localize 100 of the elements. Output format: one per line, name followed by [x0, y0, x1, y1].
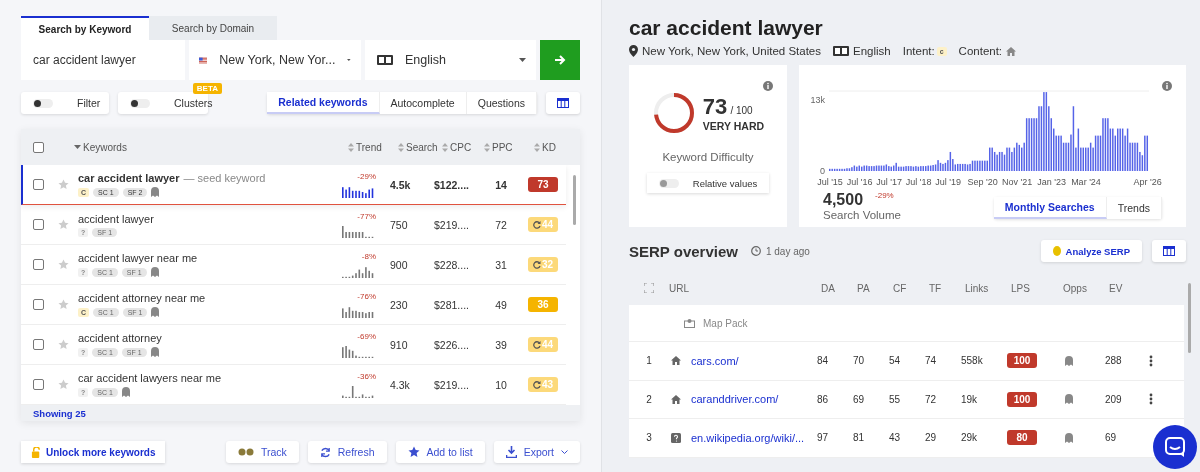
refresh-icon — [319, 446, 331, 458]
analyze-button[interactable]: Analyze SERP — [1040, 240, 1142, 262]
checkbox[interactable] — [33, 179, 44, 190]
chart-view-tab[interactable]: Monthly Searches — [993, 197, 1107, 219]
keyword-input[interactable]: car accident lawyer — [21, 40, 185, 80]
keyword-text[interactable]: car accident lawyer — [78, 172, 180, 184]
ghost-icon — [1065, 355, 1073, 366]
rank-number: 1 — [645, 355, 653, 367]
chat-button[interactable] — [1153, 425, 1197, 469]
chat-icon — [1165, 437, 1185, 457]
axis-label: Jul '18 — [905, 177, 932, 187]
keyword-title: car accident lawyer — [629, 16, 824, 40]
checkbox[interactable] — [33, 299, 44, 310]
star-icon[interactable] — [58, 179, 69, 190]
checkbox[interactable] — [33, 259, 44, 270]
column-header[interactable]: TF — [929, 282, 965, 294]
toggle-button[interactable]: Filter — [21, 92, 109, 114]
info-icon[interactable] — [1162, 81, 1172, 91]
star-icon[interactable] — [58, 259, 69, 270]
column-header[interactable]: URL — [665, 282, 821, 294]
axis-label: Jul '17 — [876, 177, 902, 187]
map-pack-label: Map Pack — [703, 317, 748, 329]
chart-view-tab[interactable]: Trends — [1106, 197, 1162, 219]
keyword-text[interactable]: accident lawyer — [78, 212, 154, 225]
mode-tab[interactable]: Autocomplete — [379, 92, 467, 114]
column-header[interactable]: Links — [965, 282, 1011, 294]
axis-label: Jul '19 — [935, 177, 961, 187]
table-cell-text: 69 — [853, 393, 866, 405]
column-header[interactable]: PA — [857, 282, 893, 294]
star-icon[interactable] — [58, 219, 69, 230]
home-icon — [671, 394, 681, 404]
difficulty-badge: 44 — [528, 337, 558, 352]
search-tab[interactable]: Search by Domain — [149, 16, 277, 40]
search-tab[interactable]: Search by Keyword — [21, 16, 149, 40]
checkbox[interactable] — [33, 379, 44, 390]
column-header[interactable]: CF — [893, 282, 929, 294]
checkbox[interactable] — [33, 219, 44, 230]
more-icon[interactable] — [1149, 393, 1153, 406]
action-button[interactable]: Refresh — [307, 441, 387, 463]
action-button[interactable]: Add to list — [395, 441, 485, 463]
more-icon[interactable] — [1149, 354, 1153, 367]
translate-icon — [377, 55, 393, 65]
location-select[interactable]: New York, New Yor... — [189, 40, 361, 80]
toggle-switch[interactable] — [130, 98, 150, 108]
lps-badge: 80 — [1007, 430, 1037, 446]
result-url[interactable]: cars.com/ — [691, 354, 739, 367]
volume-change: -29% — [875, 191, 894, 200]
results-count: Showing 25 — [33, 407, 86, 419]
difficulty-rating: VERY HARD — [702, 120, 765, 132]
columns-button[interactable] — [1152, 240, 1186, 262]
column-header[interactable]: CPC — [450, 141, 472, 153]
keyword-text[interactable]: car accident lawyers near me — [78, 372, 222, 384]
mode-tab[interactable]: Questions — [466, 92, 537, 114]
column-header[interactable]: DA — [821, 282, 857, 294]
checkbox[interactable] — [33, 141, 44, 153]
toggle-switch[interactable] — [33, 98, 53, 108]
column-header[interactable]: Opps — [1063, 282, 1109, 294]
column-header[interactable]: PPC — [492, 141, 513, 153]
axis-label: Jul '15 — [817, 177, 843, 187]
action-button[interactable]: Track — [225, 441, 299, 463]
column-header[interactable]: Search — [406, 141, 438, 153]
search-button[interactable] — [540, 40, 580, 80]
columns-button[interactable] — [546, 92, 580, 114]
mode-tab[interactable]: Related keywords — [267, 92, 380, 114]
axis-label: Mar '24 — [1071, 177, 1101, 187]
search-volume: 4,500 — [823, 191, 864, 208]
home-icon — [1006, 46, 1017, 56]
unlock-button[interactable]: Unlock more keywords — [21, 441, 166, 463]
result-url[interactable]: en.wikipedia.org/wiki/... — [691, 431, 805, 444]
info-icon[interactable] — [763, 81, 773, 91]
action-button[interactable]: Export — [493, 441, 580, 463]
column-header[interactable]: Keywords — [83, 141, 127, 153]
table-cell-text: 86 — [817, 393, 830, 405]
star-icon — [407, 446, 420, 458]
checkbox[interactable] — [33, 339, 44, 350]
sparkline — [342, 385, 376, 398]
star-icon[interactable] — [58, 339, 69, 350]
column-header[interactable]: LPS — [1011, 282, 1063, 294]
difficulty-score: 73 — [702, 94, 728, 119]
table-cell-text: 69 — [1105, 432, 1118, 444]
language-select[interactable]: English — [365, 40, 537, 80]
relative-values-toggle[interactable]: Relative values — [646, 173, 770, 193]
download-icon — [505, 446, 517, 458]
column-header[interactable]: EV — [1109, 282, 1145, 294]
column-header[interactable]: Trend — [356, 141, 382, 153]
star-icon[interactable] — [58, 299, 69, 310]
star-icon[interactable] — [58, 379, 69, 390]
column-header[interactable]: KD — [542, 141, 556, 153]
update-time: 1 day ago — [765, 245, 810, 257]
keyword-text[interactable]: accident attorney — [78, 332, 162, 344]
toggle-switch[interactable] — [658, 178, 679, 188]
keyword-text[interactable]: accident lawyer near me — [78, 252, 198, 264]
sort-caret-icon[interactable] — [74, 145, 81, 149]
keyword-text[interactable]: accident attorney near me — [78, 292, 206, 304]
table-cell-text: 29 — [925, 432, 938, 444]
result-url[interactable]: caranddriver.com/ — [691, 393, 779, 406]
binoculars-icon — [237, 448, 254, 456]
difficulty-badge: 73 — [528, 177, 558, 192]
table-cell-text: 54 — [889, 355, 902, 367]
caret-icon — [519, 58, 527, 62]
